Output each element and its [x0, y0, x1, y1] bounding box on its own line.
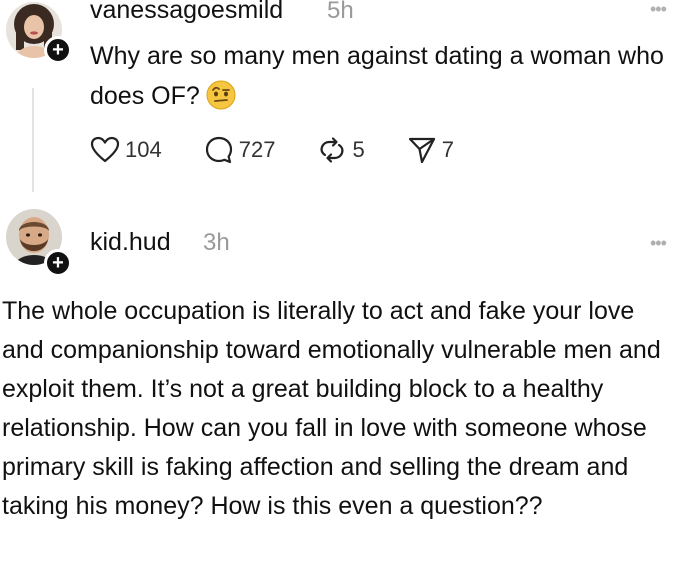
post-body-text: Why are so many men against dating a wom…	[90, 42, 664, 110]
reply-body: The whole occupation is literally to act…	[2, 297, 661, 520]
reply-username[interactable]: kid.hud	[90, 228, 171, 257]
comment-bubble-icon	[204, 135, 234, 165]
comment-count: 727	[238, 137, 276, 162]
send-icon	[407, 135, 437, 165]
share-button[interactable]: 7	[407, 135, 454, 165]
more-dots-icon[interactable]: •••	[650, 234, 667, 252]
heart-icon	[90, 136, 120, 164]
repost-count: 5	[352, 137, 365, 162]
reply-timestamp: 3h	[203, 229, 230, 256]
follow-plus-button[interactable]: +	[44, 249, 72, 277]
post-body: Why are so many men against dating a wom…	[90, 36, 678, 122]
post-username[interactable]: vanessagoesmild	[90, 0, 283, 25]
post-timestamp: 5h	[327, 0, 354, 24]
share-count: 7	[441, 137, 454, 162]
post-actions-bar: 104 727 5 7	[90, 133, 496, 167]
repost-button[interactable]: 5	[317, 135, 365, 165]
like-button[interactable]: 104	[90, 136, 162, 164]
repost-icon	[317, 135, 347, 165]
raised-eyebrow-emoji-icon	[206, 80, 236, 122]
follow-plus-button[interactable]: +	[44, 36, 72, 64]
like-count: 104	[125, 137, 162, 162]
thread-connector-line	[32, 88, 34, 192]
more-dots-icon[interactable]: •••	[650, 0, 667, 18]
comment-button[interactable]: 727	[204, 135, 276, 165]
